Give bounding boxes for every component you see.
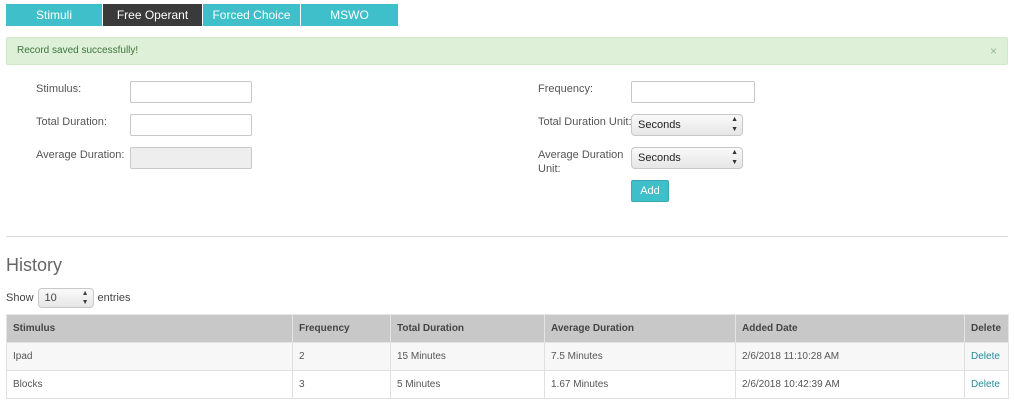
total-duration-label: Total Duration:	[36, 116, 107, 128]
select-arrows-icon: ▲ ▼	[731, 149, 738, 166]
tab-free-operant[interactable]: Free Operant	[103, 4, 203, 26]
average-duration-unit-select[interactable]: Seconds ▲ ▼	[631, 147, 743, 169]
column-header-frequency[interactable]: Frequency	[292, 314, 391, 343]
column-header-total-duration[interactable]: Total Duration	[390, 314, 545, 343]
entries-label: entries	[97, 292, 131, 304]
page-length-value: 10	[44, 292, 57, 304]
tab-stimuli[interactable]: Stimuli	[6, 4, 103, 26]
success-alert: Record saved successfully! ×	[6, 37, 1008, 65]
tab-bar: Stimuli Free Operant Forced Choice MSWO	[6, 4, 399, 26]
cell-average-duration: 1.67 Minutes	[544, 370, 736, 399]
add-button[interactable]: Add	[631, 180, 669, 202]
select-arrows-icon: ▲ ▼	[81, 290, 89, 306]
show-label: Show	[6, 292, 34, 304]
total-duration-unit-label: Total Duration Unit:	[538, 116, 632, 128]
delete-link[interactable]: Delete	[971, 351, 1000, 362]
cell-average-duration: 7.5 Minutes	[544, 342, 736, 371]
tab-mswo[interactable]: MSWO	[301, 4, 399, 26]
table-row: Ipad 2 15 Minutes 7.5 Minutes 2/6/2018 1…	[6, 342, 1009, 371]
history-table: Stimulus Frequency Total Duration Averag…	[6, 314, 1009, 399]
total-duration-unit-value: Seconds	[638, 119, 681, 131]
cell-stimulus: Blocks	[6, 370, 293, 399]
stimulus-label: Stimulus:	[36, 83, 82, 95]
cell-added-date: 2/6/2018 10:42:39 AM	[735, 370, 965, 399]
page-length-select[interactable]: 10 ▲ ▼	[37, 288, 94, 308]
column-header-delete: Delete	[964, 314, 1009, 343]
column-header-average-duration[interactable]: Average Duration	[544, 314, 736, 343]
total-duration-input[interactable]	[130, 114, 252, 136]
page-length-control: Show 10 ▲ ▼ entries	[6, 288, 131, 308]
tab-forced-choice[interactable]: Forced Choice	[203, 4, 301, 26]
cell-delete: Delete	[964, 370, 1009, 399]
average-duration-input	[130, 147, 252, 169]
column-header-stimulus[interactable]: Stimulus	[6, 314, 293, 343]
total-duration-unit-select[interactable]: Seconds ▲ ▼	[631, 114, 743, 136]
cell-frequency: 2	[292, 342, 391, 371]
average-duration-label: Average Duration:	[36, 149, 125, 161]
cell-delete: Delete	[964, 342, 1009, 371]
select-arrows-icon: ▲ ▼	[731, 116, 738, 133]
table-row: Blocks 3 5 Minutes 1.67 Minutes 2/6/2018…	[6, 370, 1009, 399]
cell-total-duration: 5 Minutes	[390, 370, 545, 399]
alert-message: Record saved successfully!	[17, 45, 139, 56]
close-icon[interactable]: ×	[990, 38, 997, 64]
cell-stimulus: Ipad	[6, 342, 293, 371]
average-duration-unit-label: Average Duration Unit:	[538, 149, 624, 175]
stimulus-input[interactable]	[130, 81, 252, 103]
cell-total-duration: 15 Minutes	[390, 342, 545, 371]
average-duration-unit-value: Seconds	[638, 152, 681, 164]
cell-frequency: 3	[292, 370, 391, 399]
divider	[6, 236, 1008, 237]
frequency-input[interactable]	[631, 81, 755, 103]
column-header-added-date[interactable]: Added Date	[735, 314, 965, 343]
delete-link[interactable]: Delete	[971, 379, 1000, 390]
table-header-row: Stimulus Frequency Total Duration Averag…	[6, 314, 1009, 343]
history-title: History	[6, 255, 63, 275]
cell-added-date: 2/6/2018 11:10:28 AM	[735, 342, 965, 371]
frequency-label: Frequency:	[538, 83, 594, 95]
